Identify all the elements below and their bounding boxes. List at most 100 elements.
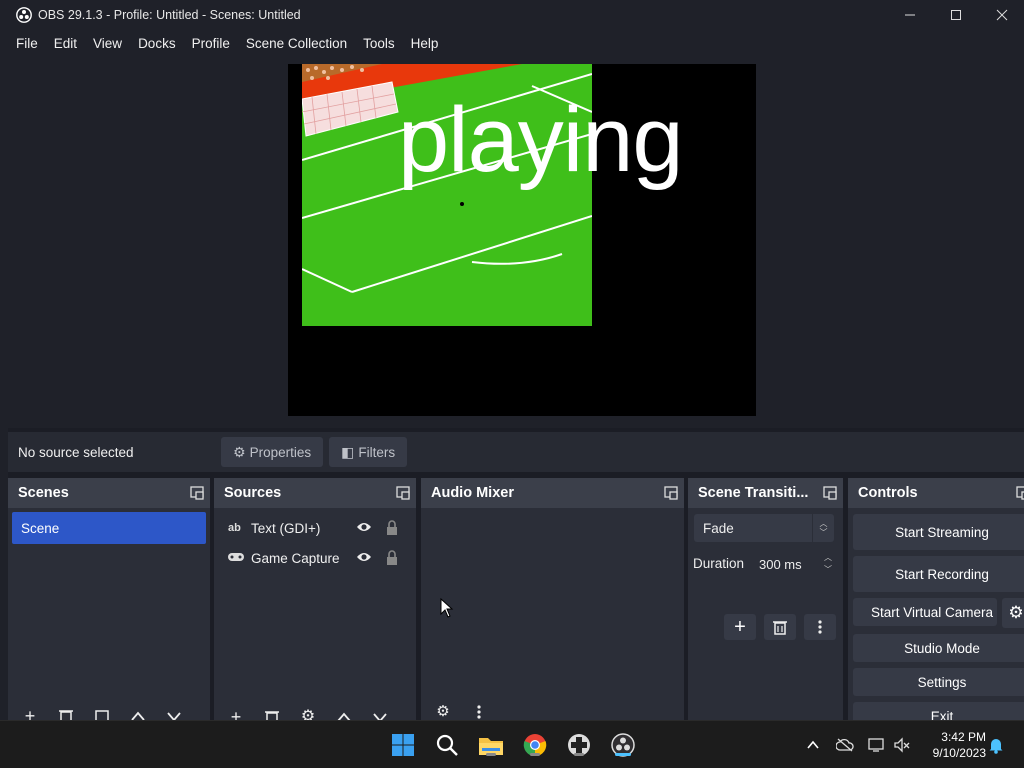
gear-icon: ⚙ xyxy=(233,443,246,460)
text-icon: ab xyxy=(228,522,241,534)
kebab-menu-icon xyxy=(818,620,822,634)
menu-tools[interactable]: Tools xyxy=(355,36,403,51)
source-toolbar: No source selected ⚙ Properties ◧ Filter… xyxy=(8,432,1024,472)
window-title: OBS 29.1.3 - Profile: Untitled - Scenes:… xyxy=(38,8,301,22)
mouse-cursor-icon xyxy=(440,598,454,618)
maximize-button[interactable] xyxy=(934,0,978,30)
tray-overflow-button[interactable] xyxy=(804,736,822,754)
audio-mixer-title: Audio Mixer xyxy=(431,485,514,501)
windows-logo-icon xyxy=(392,734,414,756)
game-app-button[interactable] xyxy=(565,731,593,759)
menu-view[interactable]: View xyxy=(85,36,130,51)
menu-help[interactable]: Help xyxy=(403,36,447,51)
start-virtual-camera-button[interactable]: Start Virtual Camera xyxy=(853,598,997,626)
duration-value: 300 ms xyxy=(759,556,802,572)
transition-selected-value: Fade xyxy=(703,520,734,536)
search-button[interactable] xyxy=(433,731,461,759)
scenes-dock: Scenes Scene + xyxy=(8,478,210,724)
close-icon xyxy=(996,9,1008,21)
menu-scene-collection[interactable]: Scene Collection xyxy=(238,36,355,51)
transitions-header: Scene Transiti... xyxy=(688,478,843,508)
maximize-icon xyxy=(951,10,961,20)
obs-taskbar-button[interactable] xyxy=(609,731,637,759)
scene-transitions-dock: Scene Transiti... Fade ︿ ﹀ Duration 300 m… xyxy=(688,478,843,720)
sources-dock: Sources ab Text (GDI+) Game Capture + ⚙ xyxy=(214,478,416,725)
clock-time: 3:42 PM xyxy=(941,730,986,744)
duration-label: Duration xyxy=(693,556,745,571)
no-source-label: No source selected xyxy=(18,444,134,460)
source-label: Text (GDI+) xyxy=(251,520,321,536)
source-item-game-capture[interactable]: Game Capture xyxy=(214,543,416,573)
network-button[interactable] xyxy=(868,736,886,754)
cloud-icon xyxy=(836,738,854,752)
search-icon xyxy=(436,734,458,756)
audio-mixer-dock: Audio Mixer ⚙ xyxy=(421,478,684,720)
lock-icon[interactable] xyxy=(386,520,398,535)
transition-select[interactable]: Fade ︿ ﹀ xyxy=(694,514,834,542)
controls-title: Controls xyxy=(858,485,918,501)
system-clock[interactable]: 3:42 PM 9/10/2023 xyxy=(933,729,986,761)
chrome-button[interactable] xyxy=(521,731,549,759)
filters-label: Filters xyxy=(358,444,396,460)
properties-label: Properties xyxy=(249,444,312,460)
exit-button[interactable]: Exit xyxy=(853,702,1024,720)
menu-bar: File Edit View Docks Profile Scene Colle… xyxy=(8,30,1024,56)
menu-docks[interactable]: Docks xyxy=(130,36,184,51)
plus-icon: + xyxy=(734,615,746,638)
volume-button[interactable] xyxy=(893,736,911,754)
scene-list-item[interactable]: Scene xyxy=(12,512,206,544)
advanced-audio-button[interactable]: ⚙ xyxy=(425,704,461,720)
filters-button[interactable]: ◧ Filters xyxy=(329,437,408,467)
transition-properties-button[interactable] xyxy=(804,614,836,640)
close-button[interactable] xyxy=(980,0,1024,30)
controls-dock: Controls Start Streaming Start Recording… xyxy=(848,478,1024,720)
undock-icon[interactable] xyxy=(190,486,204,500)
audio-mixer-header: Audio Mixer xyxy=(421,478,684,508)
transitions-title: Scene Transiti... xyxy=(698,485,809,501)
notifications-button[interactable] xyxy=(987,736,1005,754)
add-transition-button[interactable]: + xyxy=(724,614,756,640)
menu-edit[interactable]: Edit xyxy=(46,36,85,51)
remove-transition-button[interactable] xyxy=(764,614,796,640)
scenes-header: Scenes xyxy=(8,478,210,508)
start-button[interactable] xyxy=(389,731,417,759)
menu-profile[interactable]: Profile xyxy=(184,36,238,51)
eye-icon[interactable] xyxy=(356,551,372,563)
preview-canvas[interactable]: playing xyxy=(288,64,756,416)
source-item-text[interactable]: ab Text (GDI+) xyxy=(214,513,416,543)
scenes-title: Scenes xyxy=(18,485,69,501)
undock-icon[interactable] xyxy=(664,486,678,500)
onedrive-button[interactable] xyxy=(836,736,854,754)
undock-icon[interactable] xyxy=(1016,486,1024,500)
window-left-edge xyxy=(0,30,8,720)
virtual-camera-settings-button[interactable]: ⚙ xyxy=(1002,598,1024,628)
minimize-icon xyxy=(905,14,915,16)
file-explorer-button[interactable] xyxy=(477,731,505,759)
start-streaming-button[interactable]: Start Streaming xyxy=(853,514,1024,550)
clock-date: 9/10/2023 xyxy=(932,746,986,760)
text-source-overlay: playing xyxy=(398,89,684,191)
sources-header: Sources xyxy=(214,478,416,508)
mixer-menu-button[interactable] xyxy=(461,704,497,720)
network-icon xyxy=(868,738,884,752)
eye-icon[interactable] xyxy=(356,521,372,533)
studio-mode-button[interactable]: Studio Mode xyxy=(853,634,1024,662)
minimize-button[interactable] xyxy=(888,0,932,30)
kebab-menu-icon xyxy=(477,705,481,719)
lock-icon[interactable] xyxy=(386,550,398,565)
duration-spinbox[interactable]: 300 ms ︿ ﹀ xyxy=(750,550,836,578)
chevron-up-icon xyxy=(807,740,819,749)
obs-logo-icon xyxy=(16,7,32,23)
undock-icon[interactable] xyxy=(823,486,837,500)
spin-arrows-icon[interactable]: ︿ ﹀ xyxy=(824,552,832,576)
taskbar: 3:42 PM 9/10/2023 xyxy=(0,720,1024,768)
title-bar: OBS 29.1.3 - Profile: Untitled - Scenes:… xyxy=(0,0,1024,30)
start-recording-button[interactable]: Start Recording xyxy=(853,556,1024,592)
menu-file[interactable]: File xyxy=(8,36,46,51)
controls-header: Controls xyxy=(848,478,1024,508)
undock-icon[interactable] xyxy=(396,486,410,500)
settings-button[interactable]: Settings xyxy=(853,668,1024,696)
properties-button[interactable]: ⚙ Properties xyxy=(221,437,324,467)
sources-title: Sources xyxy=(224,485,282,501)
select-arrows-icon: ︿ ﹀ xyxy=(812,514,834,542)
